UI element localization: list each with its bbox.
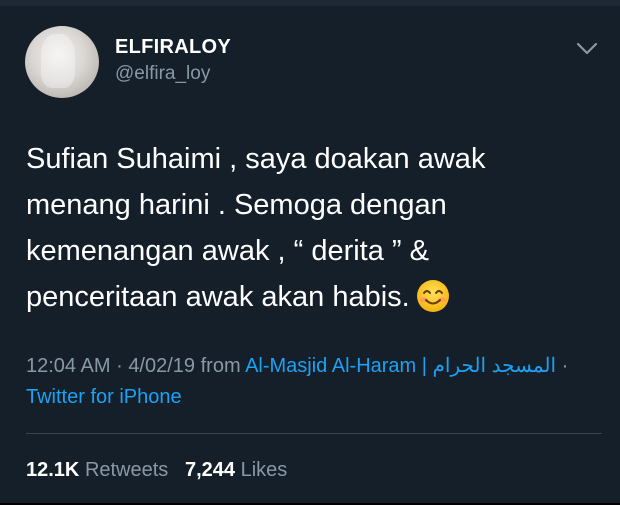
meta-separator-2: · <box>561 355 569 377</box>
tweet-time[interactable]: 12:04 AM <box>26 355 111 377</box>
likes-label[interactable]: Likes <box>241 459 288 481</box>
top-edge-strip <box>0 0 620 6</box>
tweet-text: Sufian Suhaimi , saya doakan awak menang… <box>26 136 586 320</box>
retweets-count[interactable]: 12.1K <box>26 459 79 481</box>
tweet-date[interactable]: 4/02/19 <box>128 355 195 377</box>
user-handle[interactable]: @elfira_loy <box>115 63 210 85</box>
chevron-down-icon[interactable] <box>576 42 598 56</box>
client-link[interactable]: Twitter for iPhone <box>26 386 182 408</box>
display-name[interactable]: ELFIRALOY <box>115 36 231 59</box>
retweets-label[interactable]: Retweets <box>85 459 168 481</box>
tweet-stats: 12.1K Retweets 7,244 Likes <box>26 459 287 482</box>
meta-separator: · <box>116 355 123 377</box>
from-label: from <box>200 355 241 377</box>
likes-count[interactable]: 7,244 <box>185 459 235 481</box>
location-link[interactable]: Al-Masjid Al-Haram | المسجد الحرام <box>245 355 556 377</box>
tweet-meta: 12:04 AM · 4/02/19 from Al-Masjid Al-Har… <box>26 351 586 413</box>
smiling-face-icon <box>416 280 449 312</box>
divider <box>26 433 602 434</box>
avatar[interactable] <box>25 26 99 98</box>
